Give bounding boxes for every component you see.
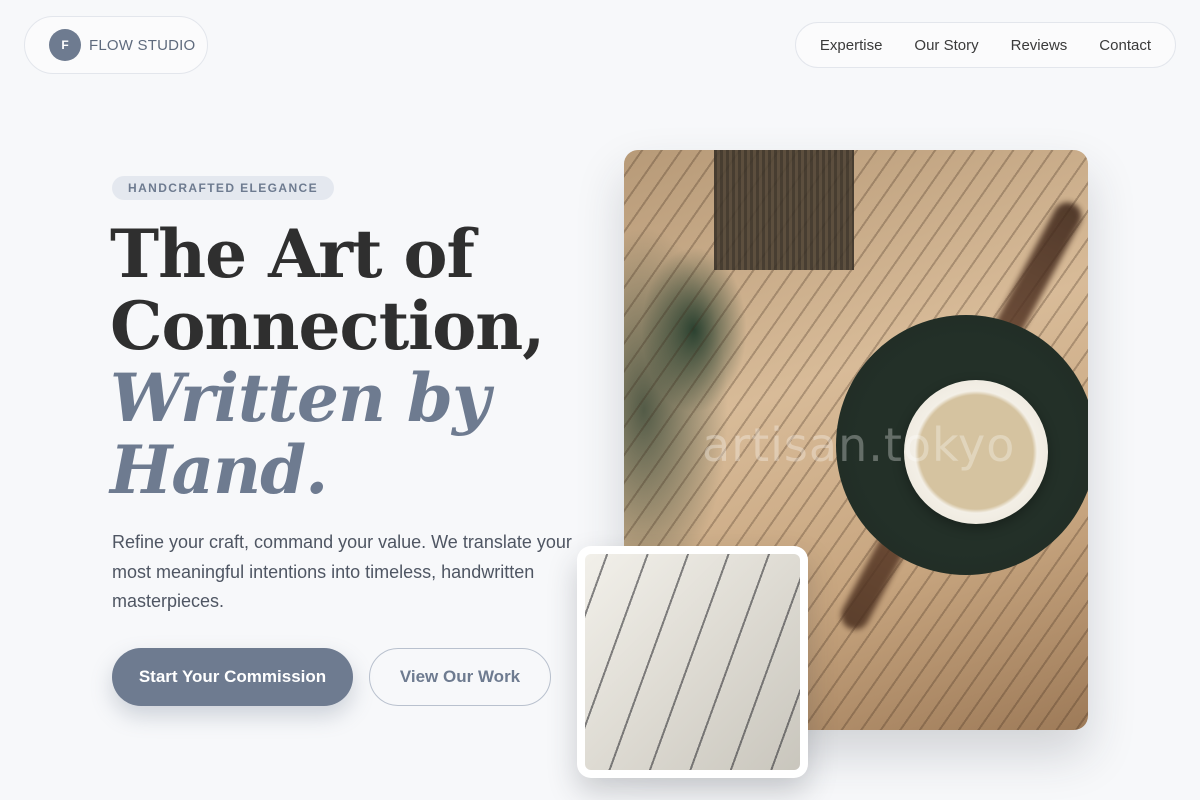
hero-tag: HANDCRAFTED ELEGANCE: [112, 176, 334, 200]
brand-logo[interactable]: F FLOW STUDIO: [24, 16, 208, 74]
headline-line: Connection,: [110, 287, 545, 365]
nav-item-reviews[interactable]: Reviews: [1011, 37, 1068, 54]
nav-item-expertise[interactable]: Expertise: [820, 37, 883, 54]
headline-line: The Art of: [110, 215, 475, 293]
nav-item-contact[interactable]: Contact: [1099, 37, 1151, 54]
start-commission-button[interactable]: Start Your Commission: [112, 648, 353, 706]
hero-headline: The Art of Connection, Written by Hand.: [110, 215, 545, 509]
brand-name: FLOW STUDIO: [89, 36, 196, 54]
nav-item-our-story[interactable]: Our Story: [914, 37, 978, 54]
photo-watermark: artisan.tokyo: [702, 418, 1016, 472]
brand-badge: F: [49, 29, 81, 61]
headline-accent-line: Written by: [110, 359, 490, 437]
headline-accent-line: Hand.: [110, 431, 328, 509]
hero-description: Refine your craft, command your value. W…: [112, 532, 572, 611]
secondary-photo-handwriting: [577, 546, 808, 778]
view-work-button[interactable]: View Our Work: [369, 648, 551, 706]
main-nav: Expertise Our Story Reviews Contact: [794, 22, 1176, 68]
handwriting-photo: [585, 554, 800, 770]
handwriting-script-texture: [585, 554, 800, 770]
photo-mat: [714, 150, 854, 270]
